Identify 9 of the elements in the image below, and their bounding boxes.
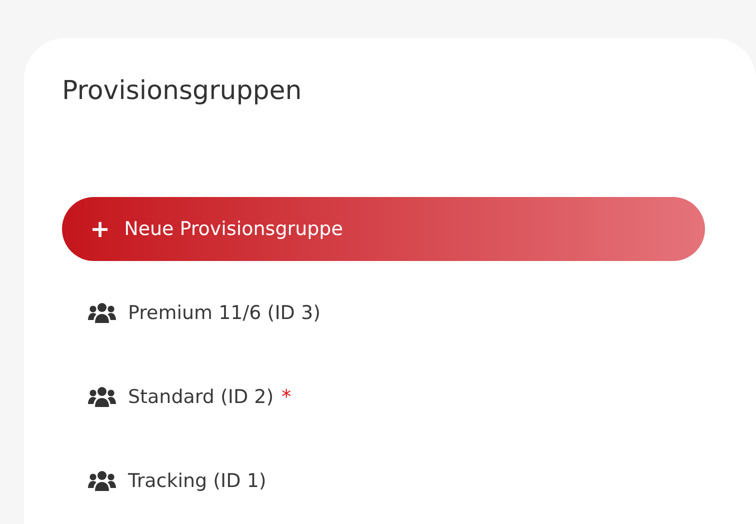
users-icon (88, 470, 116, 492)
users-icon (88, 386, 116, 408)
users-icon (88, 302, 116, 324)
default-marker: * (282, 384, 292, 410)
group-link[interactable]: Premium 11/6 (ID 3) (128, 298, 320, 328)
group-link[interactable]: Standard (ID 2) (128, 382, 274, 412)
group-link[interactable]: Tracking (ID 1) (128, 466, 266, 496)
new-group-button[interactable]: + Neue Provisionsgruppe (62, 197, 705, 262)
card-title: Provisionsgruppen (62, 76, 303, 108)
